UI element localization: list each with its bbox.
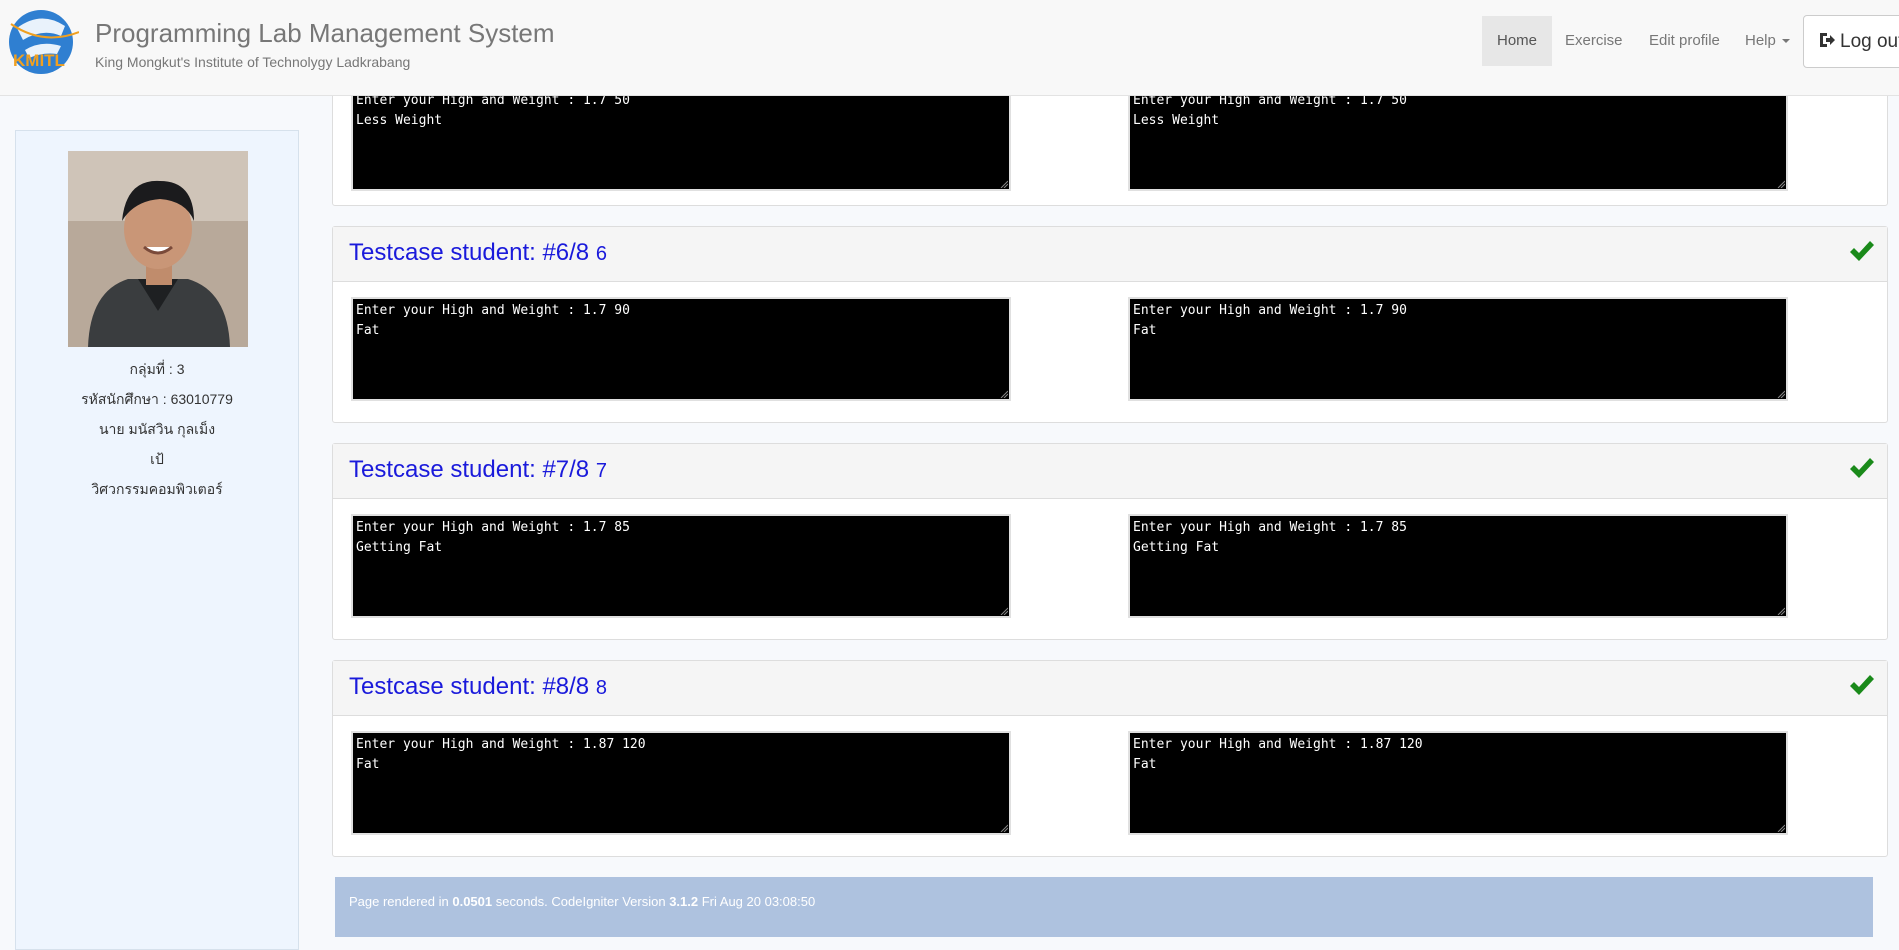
caret-down-icon [1781, 39, 1790, 44]
profile-sidebar: กลุ่มที่ : 3 รหัสนักศึกษา : 63010779 นาย… [15, 130, 299, 950]
logout-icon [1820, 33, 1835, 47]
student-output-console[interactable]: Enter your High and Weight : 1.7 85 Gett… [351, 514, 1011, 618]
testcase-panel-7: Testcase student: #7/8 7 Enter your High… [332, 443, 1888, 640]
nav-home-label: Home [1497, 32, 1538, 49]
profile-photo [68, 151, 248, 347]
resize-grip-icon[interactable] [1777, 390, 1785, 398]
expected-output-console[interactable]: Enter your High and Weight : 1.87 120 Fa… [1128, 731, 1788, 835]
nav-help-dropdown[interactable]: Help [1730, 16, 1805, 66]
check-icon [1850, 675, 1874, 695]
resize-grip-icon[interactable] [1000, 607, 1008, 615]
top-navbar: KMITL Programming Lab Management System … [0, 0, 1899, 96]
resize-grip-icon[interactable] [1777, 180, 1785, 188]
testcase-panel-6: Testcase student: #6/8 6 Enter your High… [332, 226, 1888, 423]
testcase-header: Testcase student: #8/8 8 [333, 661, 1887, 716]
nav-help-label: Help [1745, 32, 1776, 49]
testcase-title: Testcase student: #8/8 8 [349, 673, 607, 701]
testcase-title-text: Testcase student: #7/8 [349, 456, 590, 483]
resize-grip-icon[interactable] [1000, 824, 1008, 832]
student-id: รหัสนักศึกษา : 63010779 [81, 391, 233, 407]
student-output-console[interactable]: Enter your High and Weight : 1.7 50 Less… [351, 87, 1011, 191]
nav-exercise-label: Exercise [1565, 32, 1623, 49]
avatar [68, 151, 248, 347]
brand-title[interactable]: Programming Lab Management System [95, 18, 555, 49]
nav-edit-profile-label: Edit profile [1649, 32, 1720, 49]
logout-label: Log out [1840, 31, 1899, 52]
student-name: นาย มนัสวิน กุลเม็ง [98, 421, 216, 437]
testcase-header: Testcase student: #7/8 7 [333, 444, 1887, 499]
student-department: วิศวกรรมคอมพิวเตอร์ [91, 481, 223, 497]
student-output-console[interactable]: Enter your High and Weight : 1.7 90 Fat [351, 297, 1011, 401]
testcase-title-text: Testcase student: #6/8 [349, 239, 590, 266]
testcase-panel-8: Testcase student: #8/8 8 Enter your High… [332, 660, 1888, 857]
kmitl-logo[interactable]: KMITL [3, 6, 79, 78]
testcase-title: Testcase student: #6/8 6 [349, 239, 607, 267]
footer-render-time: 0.0501 [452, 894, 493, 909]
footer-prefix: Page rendered in [349, 894, 453, 909]
nav-exercise[interactable]: Exercise [1550, 16, 1638, 66]
expected-output-console[interactable]: Enter your High and Weight : 1.7 85 Gett… [1128, 514, 1788, 618]
expected-output-console[interactable]: Enter your High and Weight : 1.7 90 Fat [1128, 297, 1788, 401]
testcase-header: Testcase student: #6/8 6 [333, 227, 1887, 282]
footer-date: Fri Aug 20 03:08:50 [698, 894, 816, 909]
nav-edit-profile[interactable]: Edit profile [1634, 16, 1735, 66]
footer-middle: seconds. CodeIgniter Version [492, 894, 670, 909]
resize-grip-icon[interactable] [1777, 824, 1785, 832]
check-icon [1850, 458, 1874, 478]
nav-home[interactable]: Home [1482, 16, 1553, 66]
resize-grip-icon[interactable] [1777, 607, 1785, 615]
check-icon [1850, 241, 1874, 261]
resize-grip-icon[interactable] [1000, 390, 1008, 398]
testcase-number: 6 [595, 243, 607, 265]
brand-subtitle: King Mongkut's Institute of Technolygy L… [95, 54, 411, 70]
expected-output-console[interactable]: Enter your High and Weight : 1.7 50 Less… [1128, 87, 1788, 191]
page-footer: Page rendered in 0.0501 seconds. CodeIgn… [335, 877, 1873, 937]
student-output-console[interactable]: Enter your High and Weight : 1.87 120 Fa… [351, 731, 1011, 835]
student-group: กลุ่มที่ : 3 [129, 361, 185, 377]
testcase-number: 8 [595, 677, 607, 699]
student-nickname: เป้ [150, 451, 164, 467]
testcase-title: Testcase student: #7/8 7 [349, 456, 607, 484]
testcase-title-text: Testcase student: #8/8 [349, 673, 590, 700]
footer-version: 3.1.2 [669, 894, 699, 909]
logout-button[interactable]: Log out [1803, 15, 1899, 68]
testcase-number: 7 [595, 460, 607, 482]
resize-grip-icon[interactable] [1000, 180, 1008, 188]
svg-text:KMITL: KMITL [13, 51, 65, 70]
